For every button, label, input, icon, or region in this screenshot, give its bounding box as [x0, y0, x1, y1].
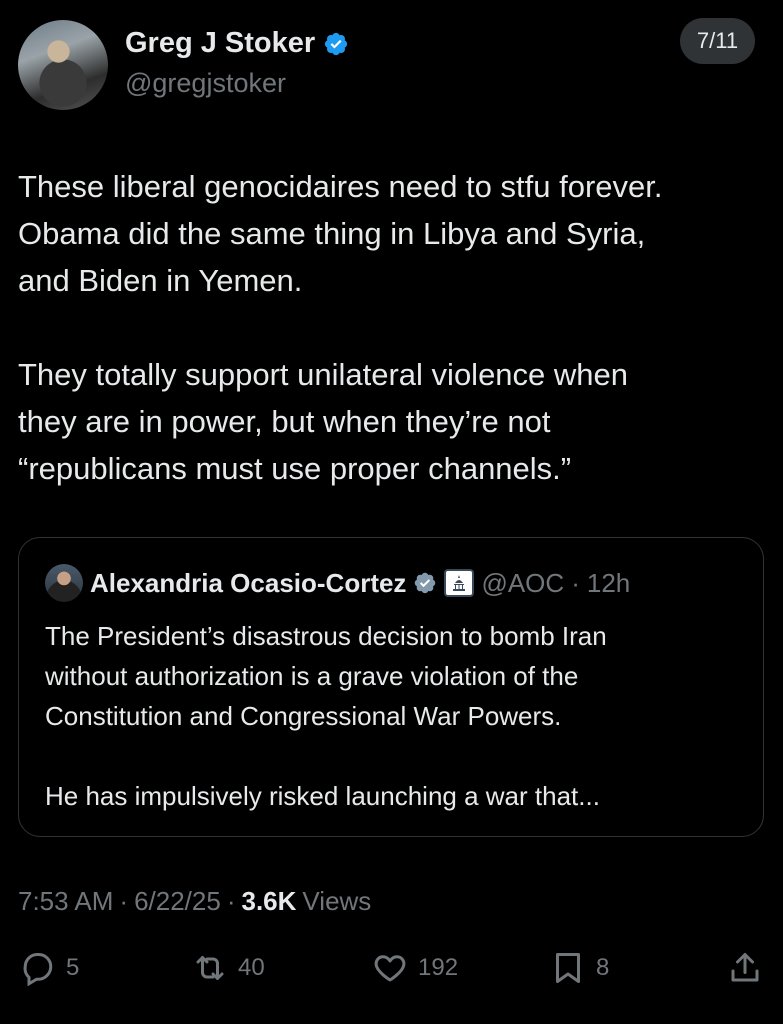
tweet-meta: 7:53 AM · 6/22/25 · 3.6K Views [18, 886, 371, 917]
tweet-paragraph: These liberal genocidaires need to stfu … [18, 163, 768, 304]
verified-badge-icon [415, 572, 436, 594]
tweet-time[interactable]: 7:53 AM [18, 886, 113, 917]
separator-dot: · [226, 886, 236, 916]
bookmark-count: 8 [596, 954, 610, 981]
like-count: 192 [418, 954, 459, 981]
share-button[interactable] [727, 950, 763, 986]
quoted-author-avatar [45, 564, 83, 602]
repost-count: 40 [238, 954, 265, 981]
repost-button[interactable]: 40 [192, 950, 265, 986]
reply-button[interactable]: 5 [20, 950, 79, 986]
quoted-author-name: Alexandria Ocasio-Cortez [90, 567, 407, 598]
tweet-date[interactable]: 6/22/25 [134, 886, 221, 917]
like-icon [374, 955, 406, 982]
quoted-tweet-header: Alexandria Ocasio-Cortez @AOC · 12h [45, 564, 630, 602]
like-button[interactable]: 192 [372, 950, 458, 986]
tweet-line: “republicans must use proper channels.” [18, 451, 572, 486]
reply-count: 5 [66, 954, 80, 981]
tweet-paragraph: They totally support unilateral violence… [18, 351, 768, 492]
separator-dot: · [119, 886, 129, 916]
views-count: 3.6K [241, 886, 297, 916]
author-name-row: Greg J Stoker [125, 27, 349, 60]
repost-icon [196, 956, 224, 980]
tweet-line: they are in power, but when they’re not [18, 404, 551, 439]
reply-icon [23, 953, 53, 986]
tweet-line: They totally support unilateral violence… [18, 357, 629, 392]
capitol-icon [453, 575, 466, 591]
government-label-icon [444, 569, 475, 597]
quoted-author-handle: @AOC [481, 567, 565, 598]
tweet-line: and Biden in Yemen. [18, 263, 303, 298]
quoted-tweet-time: 12h [586, 567, 631, 598]
quoted-tweet-line: Constitution and Congressional War Power… [45, 701, 562, 731]
quoted-tweet-text: The President’s disastrous decision to b… [45, 616, 745, 816]
quoted-tweet-line: without authorization is a grave violati… [45, 661, 579, 691]
views-label: Views [302, 886, 372, 916]
separator-dot: · [571, 567, 580, 598]
author-avatar[interactable] [18, 20, 108, 110]
quoted-tweet-line: He has impulsively risked launching a wa… [45, 781, 600, 811]
share-icon [731, 953, 759, 982]
bookmark-button[interactable]: 8 [550, 950, 609, 986]
quoted-tweet-card[interactable]: Alexandria Ocasio-Cortez @AOC · 12h The … [18, 537, 764, 837]
author-name[interactable]: Greg J Stoker [125, 27, 315, 60]
tweet-line: Obama did the same thing in Libya and Sy… [18, 216, 646, 251]
quoted-tweet-line: The President’s disastrous decision to b… [45, 621, 607, 651]
thread-position-badge: 7/11 [680, 18, 755, 64]
author-handle[interactable]: @gregjstoker [125, 68, 286, 99]
verified-badge-icon [325, 32, 348, 55]
tweet-line: These liberal genocidaires need to stfu … [18, 169, 663, 204]
bookmark-icon [556, 953, 580, 983]
tweet-text: These liberal genocidaires need to stfu … [18, 163, 768, 492]
